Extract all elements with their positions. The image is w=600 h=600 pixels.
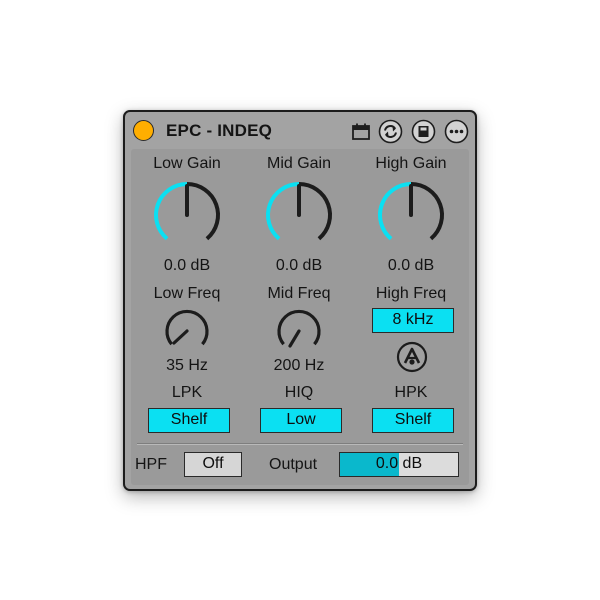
hiq-label: HIQ — [284, 384, 314, 401]
hpf-label: HPF — [135, 456, 167, 473]
power-button[interactable] — [133, 120, 154, 141]
high-gain-knob[interactable] — [369, 178, 453, 254]
low-freq-label: Low Freq — [153, 285, 221, 302]
title-bar: EPC - INDEQ — [125, 112, 475, 148]
mid-freq-value: 200 Hz — [273, 357, 325, 374]
high-freq-number-box[interactable]: 8 kHz — [372, 308, 454, 333]
lpk-label: LPK — [171, 384, 203, 401]
save-icon[interactable] — [411, 119, 436, 144]
low-gain-knob[interactable] — [145, 178, 229, 254]
hpk-button[interactable]: Shelf — [372, 408, 454, 433]
device-title: EPC - INDEQ — [166, 121, 273, 140]
hpk-label: HPK — [394, 384, 428, 401]
mid-gain-knob[interactable] — [257, 178, 341, 254]
output-label: Output — [269, 456, 318, 473]
hpf-toggle[interactable]: Off — [184, 452, 242, 477]
calendar-icon[interactable] — [351, 123, 371, 141]
output-value: 0.0 dB — [375, 455, 423, 472]
high-freq-label: High Freq — [375, 285, 447, 302]
knob-value-arc — [265, 182, 300, 241]
logo-icon — [396, 341, 428, 373]
low-gain-value: 0.0 dB — [163, 257, 211, 274]
low-freq-value: 35 Hz — [166, 357, 208, 374]
mid-freq-label: Mid Freq — [267, 285, 331, 302]
high-gain-value: 0.0 dB — [387, 257, 435, 274]
refresh-icon[interactable] — [378, 119, 403, 144]
high-gain-label: High Gain — [375, 155, 447, 172]
knob-value-arc — [153, 182, 188, 241]
knob-track — [186, 182, 221, 241]
hiq-button[interactable]: Low — [260, 408, 342, 433]
knob-track — [410, 182, 445, 241]
mid-gain-value: 0.0 dB — [275, 257, 323, 274]
mid-gain-label: Mid Gain — [266, 155, 332, 172]
low-freq-knob[interactable] — [160, 304, 214, 354]
knob-value-arc — [377, 182, 412, 241]
knob-track — [298, 182, 333, 241]
lpk-button[interactable]: Shelf — [148, 408, 230, 433]
mid-freq-knob[interactable] — [272, 304, 326, 354]
divider — [137, 443, 463, 445]
low-gain-label: Low Gain — [153, 155, 221, 172]
output-slider[interactable]: 0.0 dB — [339, 452, 459, 477]
more-icon[interactable] — [444, 119, 469, 144]
